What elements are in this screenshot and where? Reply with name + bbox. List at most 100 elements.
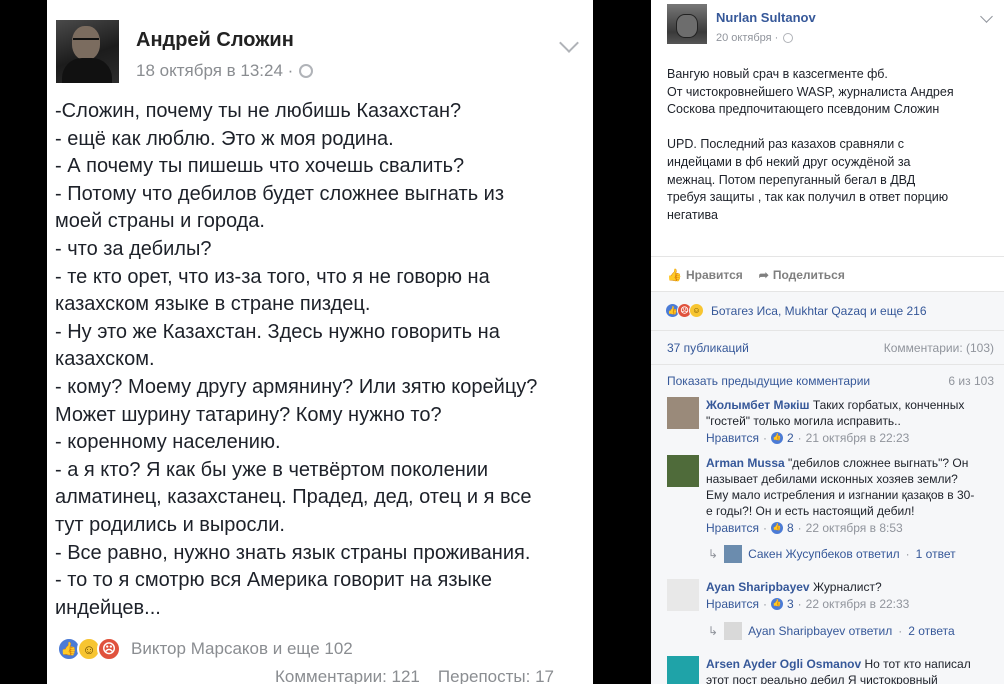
comment-text: "дебилов сложнее выгнать"? Он (788, 456, 969, 470)
embedded-post-screenshot: Андрей Сложин 18 октября в 13:24 · -Слож… (47, 0, 593, 684)
post-text-line: алматинец, казахстанец. Прадед, дед, оте… (55, 486, 532, 509)
comment-like-count[interactable]: 2 (787, 430, 794, 446)
commenter-name[interactable]: Ayan Sharipbayev (706, 580, 810, 594)
post-text: -Сложин, почему ты не любишь Казахстан? … (55, 98, 589, 622)
comment-like-count[interactable]: 8 (787, 520, 794, 536)
reactions-summary[interactable]: 👍 ☹ ☺ Ботагез Иса, Mukhtar Qazaq и еще 2… (665, 303, 927, 318)
commenter-avatar[interactable] (667, 579, 699, 611)
comment-body: Ayan Sharipbayev Журналист? Нравится · 👍… (706, 579, 997, 612)
like-label: Нравится (685, 268, 743, 282)
post-text-line: - Все равно, нужно знать язык страны про… (55, 541, 531, 564)
post-text-line: - кому? Моему другу армянину? Или зятю к… (55, 375, 538, 398)
post-header: Андрей Сложин 18 октября в 13:24 · (56, 20, 586, 84)
post-header: Nurlan Sultanov 20 октября · (667, 4, 997, 48)
comment-footer: Нравится · 👍 3 · 22 октября в 22:33 (706, 596, 910, 612)
thumbs-up-icon: 👍 (667, 268, 682, 282)
post-stats: 37 публикаций Комментарии: (103) (667, 341, 994, 355)
post-text-line: - то то я смотрю вся Америка говорит на … (55, 569, 492, 592)
commenter-name[interactable]: Жолымбет Мәкіш (706, 398, 809, 412)
chevron-down-icon[interactable] (559, 33, 579, 53)
divider (651, 291, 1004, 292)
reactions-summary[interactable]: 👍 ☺ ☹ Виктор Марсаков и еще 102 (57, 637, 353, 661)
share-label: Поделиться (772, 268, 845, 282)
angry-reaction-icon: ☹ (97, 637, 121, 661)
post-actions: 👍 Нравится ➦ Поделиться (667, 268, 845, 282)
reply-count[interactable]: 2 ответа (908, 624, 954, 638)
commenter-avatar[interactable] (667, 656, 699, 684)
globe-icon (783, 33, 794, 43)
post-text-line: моей страны и города. (55, 210, 265, 233)
comment-text: называет дебилами исконных хозяев земли? (706, 472, 958, 486)
post-text-line: - что за дебилы? (55, 237, 212, 260)
post-text-line: - ещё как люблю. Это ж моя родина. (55, 127, 394, 150)
post-text-line: индейцев... (55, 596, 161, 619)
share-button[interactable]: ➦ Поделиться (759, 268, 845, 282)
comment-text: Таких горбатых, конченных (812, 398, 965, 412)
reply-count[interactable]: 1 ответ (916, 547, 956, 561)
post-text-line: - Ну это же Казахстан. Здесь нужно говор… (55, 320, 500, 343)
reactions-text[interactable]: Виктор Марсаков и еще 102 (131, 639, 353, 659)
commenter-name[interactable]: Arman Mussa (706, 456, 785, 470)
comment-time[interactable]: 21 октября в 22:23 (806, 430, 910, 446)
globe-icon (299, 64, 314, 78)
post-meta: 18 октября в 13:24 · (136, 61, 314, 81)
replies-link[interactable]: ↳ Сакен Жусупбеков ответил · 1 ответ (708, 545, 956, 563)
comment-body: Arsen Ayder Ogli Osmanov Но тот кто напи… (706, 656, 997, 684)
divider (651, 364, 1004, 365)
divider (651, 330, 1004, 331)
comment-footer: Нравится · 👍 2 · 21 октября в 22:23 (706, 430, 910, 446)
comment-like-link[interactable]: Нравится (706, 596, 759, 612)
divider (651, 256, 1004, 257)
reply-author[interactable]: Ayan Sharipbayev ответил (748, 624, 892, 638)
comments-pagination: 6 из 103 (948, 374, 994, 388)
comment-like-link[interactable]: Нравится (706, 430, 759, 446)
post-text-line: индейцами в фб некий друг осуждёной за (667, 154, 911, 169)
comments-count[interactable]: Комментарии: (103) (884, 341, 994, 355)
reply-author[interactable]: Сакен Жусупбеков ответил (748, 547, 900, 561)
like-count-icon: 👍 (770, 522, 783, 534)
commenter-avatar[interactable] (667, 397, 699, 429)
comments-pager: Показать предыдущие комментарии 6 из 103 (667, 374, 994, 388)
comment-text: Ему мало истребления и изгнании қазақов … (706, 488, 975, 502)
replier-avatar (724, 545, 743, 563)
post-text-line: тут родились и выросли. (55, 513, 285, 536)
post-timestamp[interactable]: 18 октября в 13:24 · (136, 61, 293, 81)
post-text-line: Вангую новый срач в казсегменте фб. (667, 67, 888, 81)
comment-time[interactable]: 22 октября в 8:53 (806, 520, 903, 536)
comments-count[interactable]: Комментарии: 121 (275, 667, 420, 684)
author-name[interactable]: Nurlan Sultanov (716, 10, 816, 25)
commenter-name[interactable]: Arsen Ayder Ogli Osmanov (706, 657, 861, 671)
comment-text: е годы?! Он и есть настоящий дебил! (706, 504, 915, 518)
comment-like-link[interactable]: Нравится (706, 520, 759, 536)
facebook-post-card: Nurlan Sultanov 20 октября · Вангую новы… (651, 0, 1004, 684)
reply-arrow-icon: ↳ (708, 624, 719, 638)
like-button[interactable]: 👍 Нравится (667, 268, 743, 282)
show-previous-comments-link[interactable]: Показать предыдущие комментарии (667, 374, 870, 388)
commenter-avatar[interactable] (667, 455, 699, 487)
post-text-line: - коренному населению. (55, 431, 281, 454)
post-text-line: - а я кто? Я как бы уже в четвёртом поко… (55, 458, 489, 481)
post-text-line: Может шурину татарину? Кому нужно то? (55, 403, 442, 426)
post-text: Вангую новый срач в казсегменте фб. От ч… (667, 66, 997, 224)
post-text-line: -Сложин, почему ты не любишь Казахстан? (55, 100, 462, 122)
post-text-line: межнац. Потом перепуганный бегал в ДВД (667, 172, 916, 187)
author-name[interactable]: Андрей Сложин (136, 29, 294, 52)
comment-text: этот пост реально дебил Я чистокровный (706, 673, 938, 684)
comment-like-count[interactable]: 3 (787, 596, 794, 612)
comment-text: "гостей" только могила исправить.. (706, 414, 901, 428)
post-meta: 20 октября · (716, 32, 794, 44)
chevron-down-icon[interactable] (980, 10, 993, 23)
replier-avatar (724, 622, 743, 640)
post-timestamp[interactable]: 20 октября · (716, 32, 778, 44)
replies-link[interactable]: ↳ Ayan Sharipbayev ответил · 2 ответа (708, 622, 955, 640)
author-avatar[interactable] (56, 20, 119, 83)
post-text-line: требуя защиты , так как получил в ответ … (667, 190, 949, 205)
author-avatar[interactable] (667, 4, 707, 44)
reposts-count[interactable]: Перепосты: 17 (438, 667, 554, 684)
post-text-line: - те кто орет, что из-за того, что я не … (55, 265, 490, 288)
like-count-icon: 👍 (770, 432, 783, 444)
comment-time[interactable]: 22 октября в 22:33 (806, 596, 910, 612)
reactions-text[interactable]: Ботагез Иса, Mukhtar Qazaq и еще 216 (711, 304, 927, 318)
shares-count[interactable]: 37 публикаций (667, 341, 749, 355)
